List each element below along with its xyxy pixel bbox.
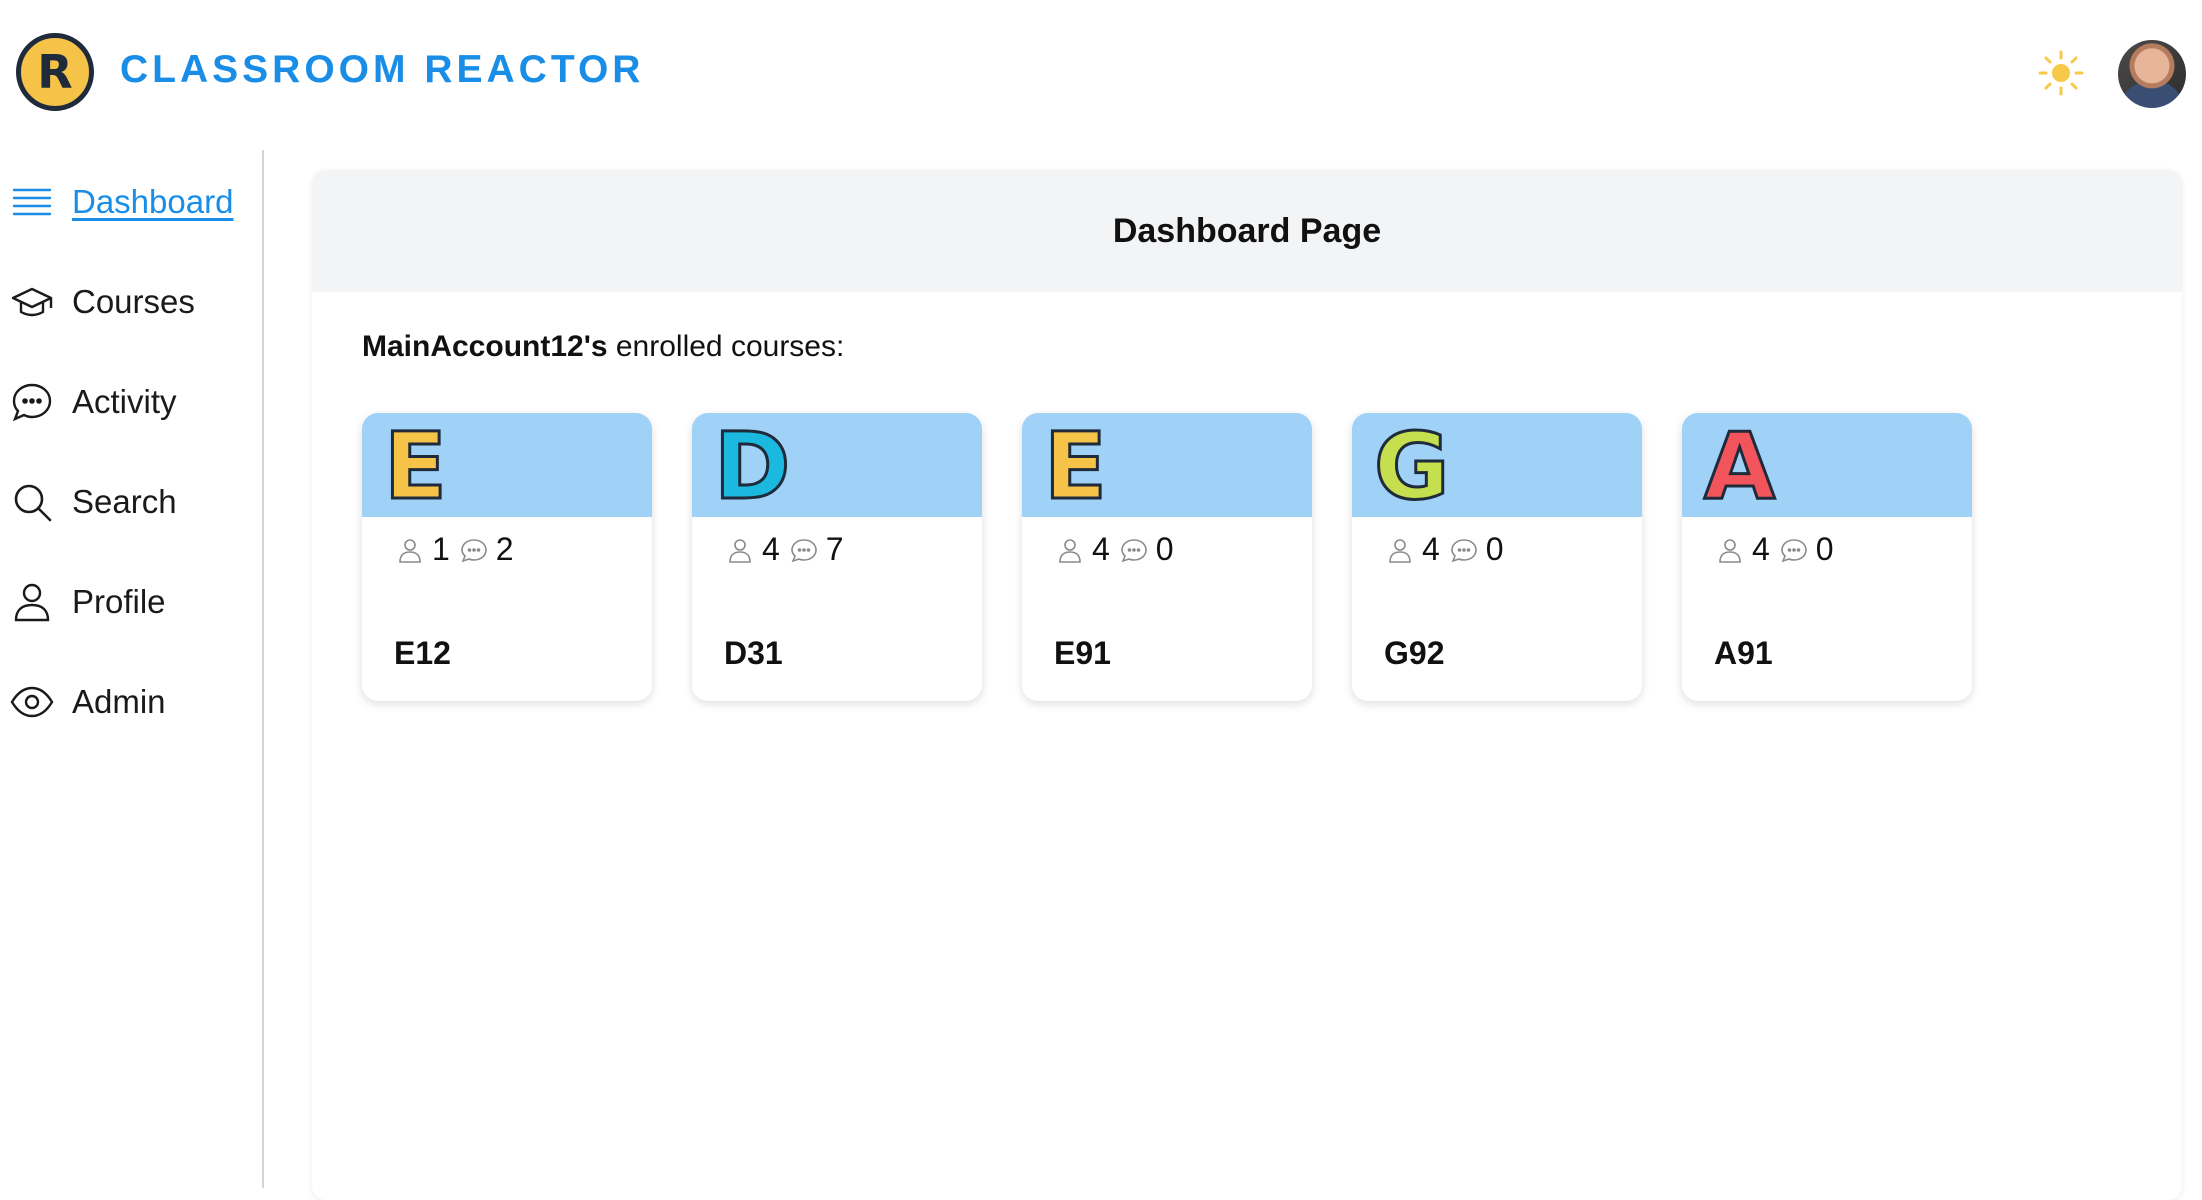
member-count: 4 (1422, 531, 1440, 567)
sidebar-item-dashboard[interactable]: Dashboard (10, 177, 233, 227)
course-letter: D (712, 413, 791, 520)
sidebar-item-activity[interactable]: Activity (10, 377, 177, 427)
top-header: R CLASSROOM REACTOR (0, 0, 2202, 150)
comment-count: 0 (1155, 531, 1174, 567)
card-stats: 1 2 (396, 531, 524, 568)
member-count: 4 (1752, 531, 1770, 567)
course-code: E12 (394, 635, 451, 671)
page-title: Dashboard Page (1112, 211, 1382, 250)
course-card-a91[interactable]: A 4 0 A91 (1682, 413, 1972, 701)
sidebar-item-label: Activity (72, 383, 177, 420)
course-letter: G (1373, 413, 1451, 520)
course-code: A91 (1714, 635, 1773, 671)
eye-icon (10, 686, 54, 718)
sidebar-item-search[interactable]: Search (10, 477, 177, 527)
user-icon (1389, 538, 1411, 563)
comment-count: 0 (1485, 531, 1504, 567)
comment-count: 7 (825, 531, 844, 567)
card-stats: 4 0 (1716, 531, 1844, 568)
enrolled-text: enrolled courses: (607, 330, 845, 363)
app-logo[interactable]: R (16, 33, 94, 111)
main-panel: Dashboard Page MainAccount12's enrolled … (312, 170, 2182, 1200)
enrolled-courses-heading: MainAccount12's enrolled courses: (362, 330, 844, 364)
chat-bubble-icon (1450, 538, 1477, 562)
card-banner: E (362, 413, 652, 517)
comment-count: 0 (1815, 531, 1834, 567)
course-letter: A (1702, 413, 1776, 520)
sidebar-item-admin[interactable]: Admin (10, 677, 166, 727)
logo-letter: R (37, 45, 73, 99)
app-title[interactable]: CLASSROOM REACTOR (120, 48, 644, 92)
menu-lines-icon (12, 188, 52, 216)
user-icon (1719, 538, 1741, 563)
sidebar-item-profile[interactable]: Profile (10, 577, 166, 627)
course-letter: E (1043, 413, 1109, 520)
card-stats: 4 0 (1386, 531, 1514, 568)
sidebar-item-label: Search (72, 483, 177, 520)
card-banner: E (1022, 413, 1312, 517)
graduation-cap-icon (11, 287, 53, 317)
user-avatar[interactable] (2118, 40, 2186, 108)
course-letter: E (383, 413, 449, 520)
sidebar: Dashboard Courses Activity Search Profil… (0, 150, 264, 1188)
panel-header: Dashboard Page (312, 170, 2182, 292)
member-count: 1 (432, 531, 450, 567)
member-count: 4 (762, 531, 780, 567)
username: MainAccount12's (362, 330, 608, 363)
course-card-e12[interactable]: E 1 2 E12 (362, 413, 652, 701)
course-card-e91[interactable]: E 4 0 E91 (1022, 413, 1312, 701)
chat-bubble-icon (1120, 538, 1147, 562)
chat-bubble-icon (1780, 538, 1807, 562)
chat-bubble-icon (12, 383, 52, 422)
card-banner: A (1682, 413, 1972, 517)
card-banner: G (1352, 413, 1642, 517)
card-stats: 4 0 (1056, 531, 1184, 568)
member-count: 4 (1092, 531, 1110, 567)
course-code: E91 (1054, 635, 1111, 671)
user-icon (399, 538, 421, 563)
sun-icon[interactable] (2038, 50, 2084, 96)
user-icon (14, 583, 50, 622)
sidebar-item-label: Dashboard (72, 183, 234, 220)
sidebar-item-label: Admin (72, 683, 166, 720)
card-stats: 4 7 (726, 531, 854, 568)
comment-count: 2 (495, 531, 514, 567)
chat-bubble-icon (790, 538, 817, 562)
user-icon (1059, 538, 1081, 563)
chat-bubble-icon (460, 538, 487, 562)
sidebar-item-courses[interactable]: Courses (10, 277, 195, 327)
user-icon (729, 538, 751, 563)
course-code: G92 (1384, 635, 1445, 671)
course-card-d31[interactable]: D 4 7 D31 (692, 413, 982, 701)
search-icon (14, 484, 52, 522)
sidebar-item-label: Courses (72, 283, 195, 320)
card-banner: D (692, 413, 982, 517)
course-card-g92[interactable]: G 4 0 G92 (1352, 413, 1642, 701)
sidebar-item-label: Profile (72, 583, 166, 620)
course-code: D31 (724, 635, 783, 671)
